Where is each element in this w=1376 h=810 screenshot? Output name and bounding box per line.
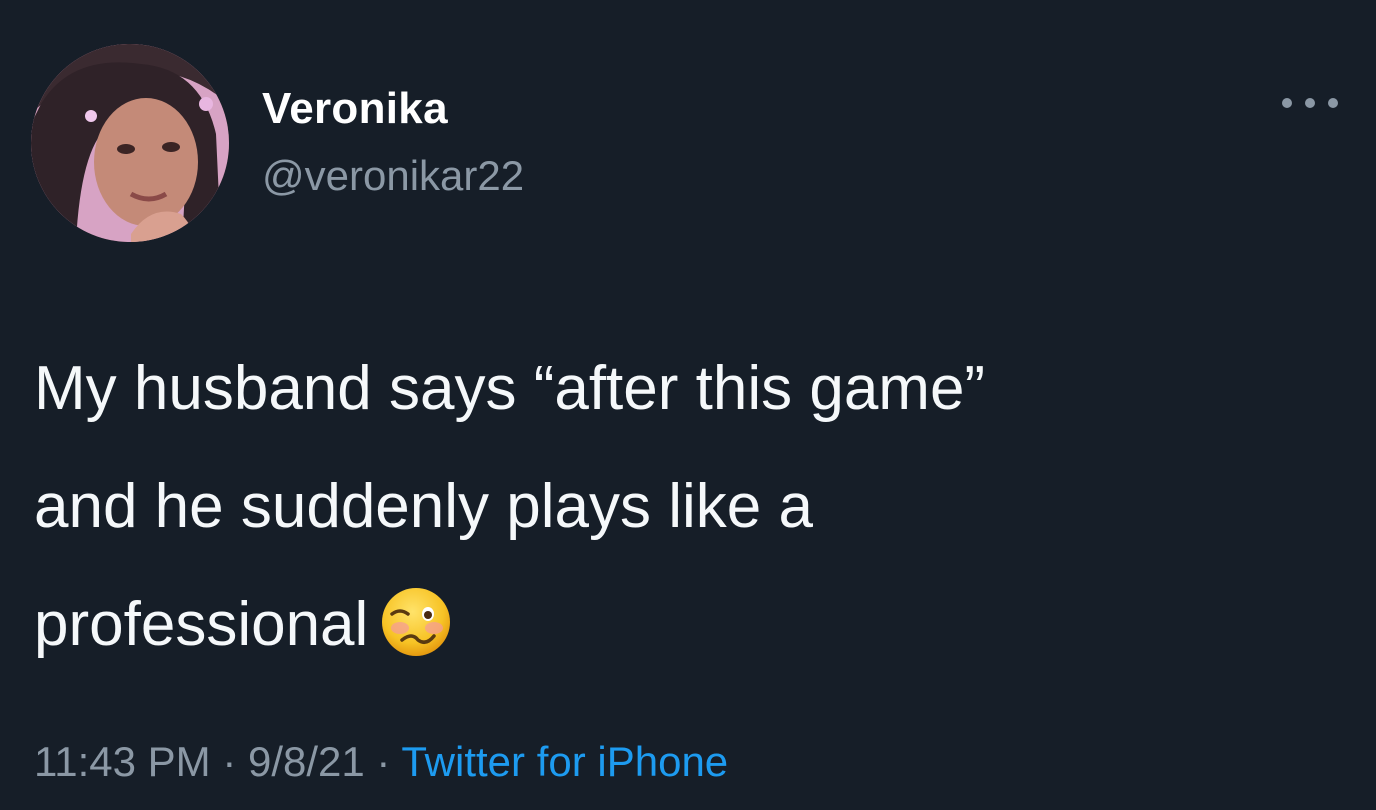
avatar-image <box>31 44 229 242</box>
tweet-source-link[interactable]: Twitter for iPhone <box>401 738 728 785</box>
more-dot <box>1305 98 1315 108</box>
tweet-text-line: professional <box>34 566 1334 684</box>
tweet-date[interactable]: 9/8/21 <box>248 738 365 785</box>
meta-separator: · <box>364 738 402 785</box>
user-handle[interactable]: @veronikar22 <box>262 152 524 200</box>
more-dot <box>1328 98 1338 108</box>
display-name[interactable]: Veronika <box>262 84 448 134</box>
tweet-text-line: My husband says “after this game” <box>34 354 986 423</box>
more-horizontal-icon[interactable] <box>1282 88 1338 118</box>
meta-separator: · <box>210 738 248 785</box>
tweet-text: My husband says “after this game” and he… <box>34 330 1334 684</box>
tweet-time[interactable]: 11:43 PM <box>34 738 211 785</box>
tweet-text-segment: professional <box>34 590 369 659</box>
tweet-text-line: and he suddenly plays like a <box>34 472 813 541</box>
tweet-meta: 11:43 PM · 9/8/21 · Twitter for iPhone <box>34 738 728 786</box>
avatar[interactable] <box>31 44 229 242</box>
tweet-card: Veronika @veronikar22 My husband says “a… <box>0 0 1376 810</box>
woozy-face-emoji <box>378 581 454 657</box>
more-dot <box>1282 98 1292 108</box>
